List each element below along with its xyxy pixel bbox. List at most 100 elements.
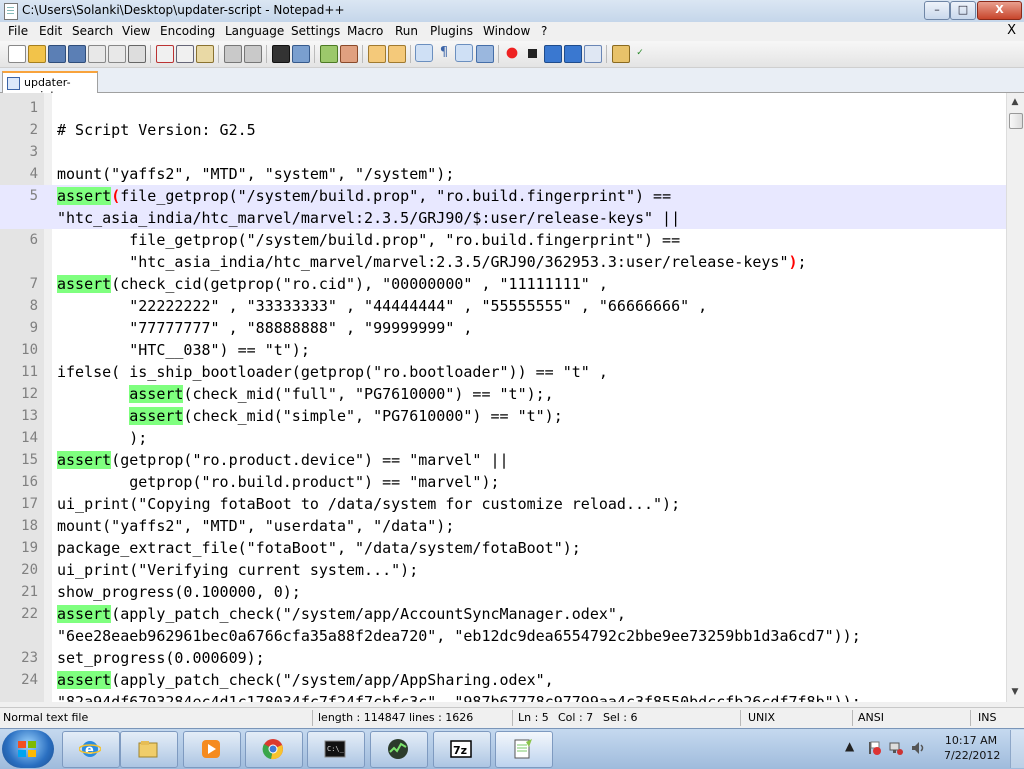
save-icon[interactable] (48, 45, 66, 63)
menu-run[interactable]: Run (395, 24, 418, 38)
user-defined-language-icon[interactable] (476, 45, 494, 63)
start-button[interactable] (2, 730, 54, 768)
code-line[interactable]: "6ee28eaeb962961bec0a6766cfa35a88f2dea72… (0, 625, 1006, 647)
show-all-characters-icon[interactable]: ¶ (436, 45, 452, 61)
menu-file[interactable]: File (8, 24, 28, 38)
code-line[interactable]: 19 package_extract_file("fotaBoot", "/dat… (0, 537, 1006, 559)
code-line[interactable]: 6 file_getprop("/system/build.prop", "ro… (0, 229, 1006, 251)
record-macro-icon[interactable] (504, 45, 520, 61)
network-icon[interactable] (888, 740, 904, 756)
editor-area[interactable]: 1 2 # Script Version: G2.5 3 4 mount("yaffs2"… (0, 93, 1006, 702)
code-line[interactable]: 4 mount("yaffs2", "MTD", "system", "/syst… (0, 163, 1006, 185)
print-icon[interactable] (128, 45, 146, 63)
scroll-down-arrow-icon[interactable]: ▼ (1009, 685, 1021, 699)
stop-recording-icon[interactable] (524, 45, 540, 61)
find-icon[interactable] (272, 45, 290, 63)
new-file-icon[interactable] (8, 45, 26, 63)
undo-icon[interactable] (224, 45, 242, 63)
scroll-up-arrow-icon[interactable]: ▲ (1009, 95, 1021, 109)
menu-settings[interactable]: Settings (291, 24, 340, 38)
code-line[interactable]: 10 "HTC__038") == "t"); (0, 339, 1006, 361)
scroll-thumb[interactable] (1009, 113, 1023, 129)
open-file-icon[interactable] (28, 45, 46, 63)
action-center-flag-icon[interactable] (866, 740, 882, 756)
cut-icon[interactable] (156, 45, 174, 63)
close-document-button[interactable]: X (1007, 23, 1016, 38)
volume-icon[interactable] (910, 740, 926, 756)
code-line[interactable]: 1 (0, 97, 1006, 119)
run-macro-multiple-icon[interactable] (564, 45, 582, 63)
code-line[interactable]: 24 assert(apply_patch_check("/system/app/… (0, 669, 1006, 691)
taskbar-internet-explorer[interactable]: e (62, 731, 120, 768)
code-line[interactable]: "htc_asia_india/htc_marvel/marvel:2.3.5/… (0, 251, 1006, 273)
save-macro-icon[interactable] (584, 45, 602, 63)
vertical-scrollbar[interactable]: ▲ ▼ (1006, 93, 1024, 702)
code-line[interactable]: 18 mount("yaffs2", "MTD", "userdata", "/d… (0, 515, 1006, 537)
taskbar-media-player[interactable] (183, 731, 241, 768)
menu-language[interactable]: Language (225, 24, 284, 38)
indent-guide-icon[interactable] (455, 44, 473, 62)
code-line[interactable]: 11 ifelse( is_ship_bootloader(getprop("ro… (0, 361, 1006, 383)
redo-icon[interactable] (244, 45, 262, 63)
code-line[interactable]: 8 "22222222" , "33333333" , "44444444" ,… (0, 295, 1006, 317)
code-line[interactable]: 13 assert(check_mid("simple", "PG7610000… (0, 405, 1006, 427)
save-all-icon[interactable] (68, 45, 86, 63)
code-line[interactable]: 3 (0, 141, 1006, 163)
code-line[interactable]: 15 assert(getprop("ro.product.device") ==… (0, 449, 1006, 471)
code-line[interactable]: 22 assert(apply_patch_check("/system/app/… (0, 603, 1006, 625)
code-line[interactable]: 23 set_progress(0.000609); (0, 647, 1006, 669)
menu-help[interactable]: ? (541, 24, 547, 38)
spell-check-icon[interactable]: ✓ (632, 45, 648, 61)
media-player-icon (202, 740, 220, 758)
menu-window[interactable]: Window (483, 24, 530, 38)
taskbar-chrome[interactable] (245, 731, 303, 768)
menu-edit[interactable]: Edit (39, 24, 62, 38)
menu-plugins[interactable]: Plugins (430, 24, 473, 38)
code-line[interactable]: 7 assert(check_cid(getprop("ro.cid"), "00… (0, 273, 1006, 295)
menu-view[interactable]: View (122, 24, 150, 38)
word-wrap-icon[interactable] (415, 44, 433, 62)
maximize-button[interactable]: □ (950, 1, 976, 20)
tab-updater-script[interactable]: updater-script (2, 71, 98, 102)
sync-vertical-icon[interactable] (368, 45, 386, 63)
taskbar-7zip[interactable]: 7z (433, 731, 491, 768)
code-line[interactable]: "htc_asia_india/htc_marvel/marvel:2.3.5/… (0, 207, 1006, 229)
code-line[interactable]: 20 ui_print("Verifying current system..."… (0, 559, 1006, 581)
menu-encoding[interactable]: Encoding (160, 24, 215, 38)
code-text: ui_print("Verifying current system..."); (57, 561, 418, 579)
paste-icon[interactable] (196, 45, 214, 63)
show-desktop-button[interactable] (1010, 730, 1024, 768)
playback-macro-icon[interactable] (544, 45, 562, 63)
code-line[interactable]: 2 # Script Version: G2.5 (0, 119, 1006, 141)
code-line[interactable]: 14 ); (0, 427, 1006, 449)
code-line[interactable]: 16 getprop("ro.build.product") == "marve… (0, 471, 1006, 493)
code-line[interactable]: 21 show_progress(0.100000, 0); (0, 581, 1006, 603)
show-hidden-icons-button[interactable]: ▲ (845, 739, 854, 753)
code-line[interactable]: 17 ui_print("Copying fotaBoot to /data/sy… (0, 493, 1006, 515)
code-line[interactable]: 9 "77777777" , "88888888" , "99999999" , (0, 317, 1006, 339)
status-file-type: Normal text file (3, 711, 89, 724)
menu-search[interactable]: Search (72, 24, 113, 38)
code-content: (check_mid("full", "PG7610000") == "t");… (183, 385, 554, 403)
zoom-out-icon[interactable] (340, 45, 358, 63)
code-line[interactable]: "82a94df6793284ec4d1c178034fc7f24f7cbfc3… (0, 691, 1006, 702)
code-lines[interactable]: 1 2 # Script Version: G2.5 3 4 mount("yaffs2"… (0, 97, 1006, 702)
taskbar-command-prompt[interactable]: C:\_ (307, 731, 365, 768)
taskbar-notepad-plus-plus[interactable] (495, 731, 553, 768)
zoom-in-icon[interactable] (320, 45, 338, 63)
close-file-icon[interactable] (88, 45, 106, 63)
notepad-plus-plus-app-icon[interactable] (4, 3, 18, 20)
menu-macro[interactable]: Macro (347, 24, 383, 38)
close-all-icon[interactable] (108, 45, 126, 63)
system-clock[interactable]: 10:17 AM 7/22/2012 (944, 733, 1000, 763)
close-button[interactable]: X (977, 1, 1022, 20)
code-line[interactable]: 5 assert(file_getprop("/system/build.prop… (0, 185, 1006, 207)
taskbar-activity-monitor[interactable] (370, 731, 428, 768)
sync-horizontal-icon[interactable] (388, 45, 406, 63)
code-line[interactable]: 12 assert(check_mid("full", "PG7610000")… (0, 383, 1006, 405)
plugin-folder-icon[interactable] (612, 45, 630, 63)
taskbar-libraries[interactable] (120, 731, 178, 768)
replace-icon[interactable] (292, 45, 310, 63)
copy-icon[interactable] (176, 45, 194, 63)
minimize-button[interactable]: – (924, 1, 950, 20)
